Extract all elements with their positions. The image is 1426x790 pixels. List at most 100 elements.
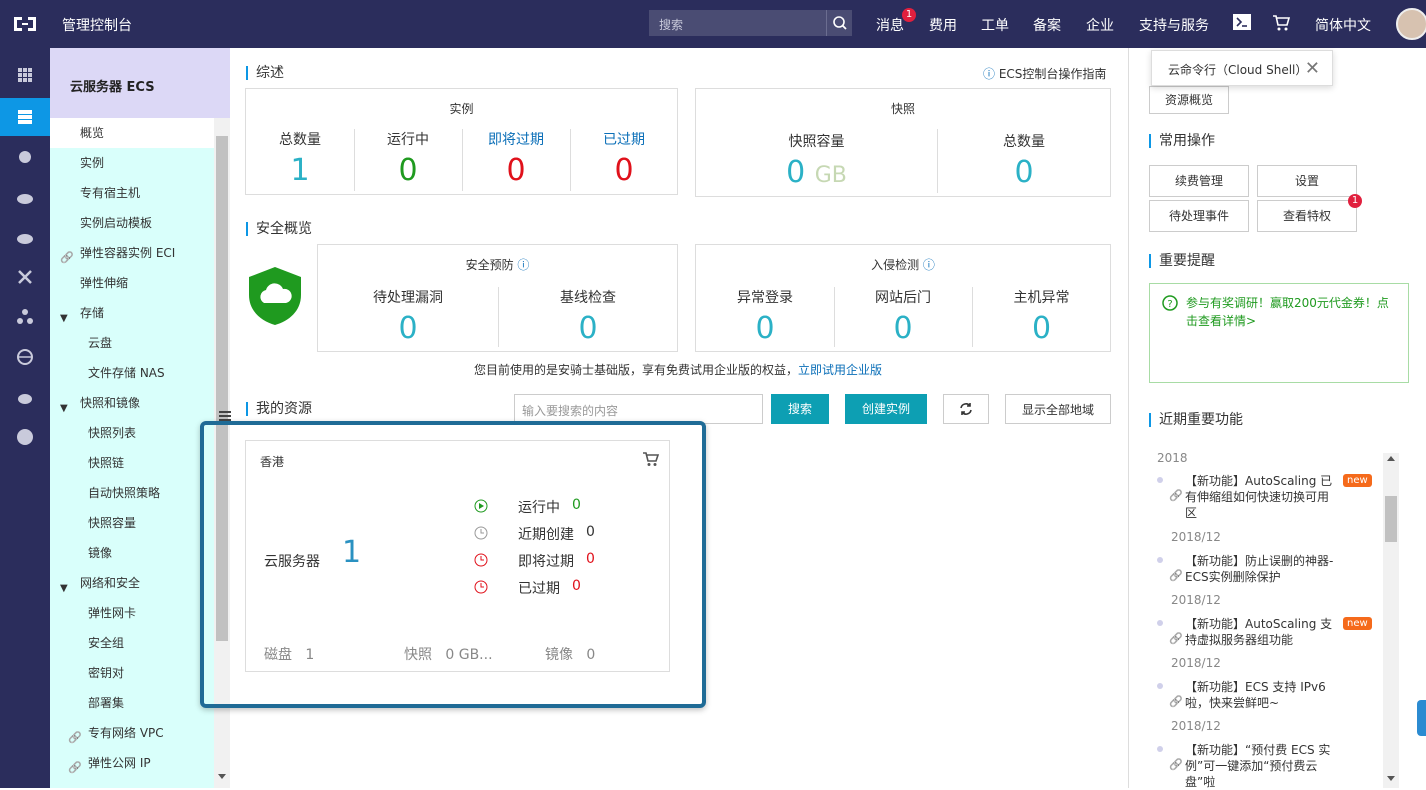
close-icon[interactable]: ✕ [1305, 58, 1320, 79]
sidebar-item[interactable]: 快照和镜像 [80, 396, 140, 410]
feature-text-line: 有伸缩组如何快速切换可用 [1185, 490, 1330, 504]
grid-icon [18, 68, 32, 82]
view-privileges-button[interactable]: 查看特权 [1257, 200, 1357, 232]
rail-item-7[interactable] [0, 298, 50, 336]
website-backdoor[interactable]: 网站后门 0 [834, 287, 972, 346]
rail-item-9[interactable] [0, 378, 50, 416]
show-all-regions-button[interactable]: 显示全部地域 [1005, 394, 1111, 424]
instances-running[interactable]: 运行中 0 [354, 129, 462, 188]
rail-ecs[interactable] [0, 98, 50, 136]
cloud-shell-icon[interactable] [1233, 14, 1251, 30]
sidebar-item[interactable]: 专有宿主机 [80, 186, 140, 200]
try-enterprise-link[interactable]: 立即试用企业版 [798, 363, 882, 377]
resource-search-input[interactable]: 输入要搜索的内容 [514, 394, 763, 424]
rail-item-6[interactable] [0, 258, 50, 296]
sidebar-item[interactable]: 概览 [80, 126, 104, 140]
sidebar-item[interactable]: 文件存储 NAS [88, 366, 165, 380]
resource-overview-button[interactable]: 资源概览 [1149, 86, 1229, 114]
user-avatar[interactable] [1396, 8, 1426, 40]
global-search-input[interactable]: 搜索 [649, 10, 852, 36]
nav-support[interactable]: 支持与服务 [1139, 15, 1209, 35]
rail-item-5[interactable] [0, 218, 50, 256]
feature-item[interactable]: 【新功能】防止误删的神器- ECS实例删除保护 [1185, 553, 1345, 585]
nav-messages[interactable]: 消息 [876, 15, 904, 35]
external-link-icon: 🔗 [60, 251, 74, 264]
scroll-up-arrow-icon[interactable] [1387, 456, 1395, 462]
rail-item-10[interactable] [0, 418, 50, 456]
feature-item[interactable]: 【新功能】AutoScaling 已有伸缩组如何快速切换可用区 [1185, 473, 1345, 521]
sidebar-item[interactable]: 快照链 [88, 456, 124, 470]
sidebar-item[interactable]: 镜像 [88, 546, 112, 560]
reminder-title: 重要提醒 [1149, 254, 1215, 268]
host-anomaly[interactable]: 主机异常 0 [972, 287, 1111, 346]
cloud-upload-icon [17, 234, 33, 244]
sidebar-item[interactable]: 快照列表 [88, 426, 136, 440]
feature-item[interactable]: 【新功能】“预付费 ECS 实例”可一键添加“预付费云 盘”啦 [1185, 742, 1345, 790]
sidebar-item[interactable]: 弹性伸缩 [80, 276, 128, 290]
features-title: 近期重要功能 [1149, 413, 1243, 427]
nav-enterprise[interactable]: 企业 [1086, 15, 1114, 35]
sidebar-item[interactable]: 密钥对 [88, 666, 124, 680]
sidebar-item[interactable]: 安全组 [88, 636, 124, 650]
rail-all-products[interactable] [0, 56, 50, 94]
cart-icon[interactable] [1272, 14, 1290, 32]
sidebar-item[interactable]: 专有网络 VPC [88, 726, 164, 740]
sidebar-item[interactable]: 弹性容器实例 ECI [80, 246, 175, 260]
feature-text-line: 【新功能】防止误删的神器- [1185, 554, 1334, 568]
nav-icp[interactable]: 备案 [1033, 15, 1061, 35]
shield-icon [249, 267, 301, 325]
sidebar-item[interactable]: 弹性网卡 [88, 606, 136, 620]
search-icon[interactable] [826, 10, 852, 36]
aliyun-logo-icon[interactable] [12, 13, 38, 35]
common-ops-title: 常用操作 [1149, 134, 1215, 148]
scroll-down-arrow-icon[interactable] [218, 774, 226, 780]
sidebar-item[interactable]: 部署集 [88, 696, 124, 710]
ecs-guide-link[interactable]: ⓘ ECS控制台操作指南 [983, 65, 1106, 82]
feature-item[interactable]: 【新功能】AutoScaling 支持虚拟服务器组功能 [1185, 616, 1345, 648]
pending-vulnerabilities[interactable]: 待处理漏洞 0 [318, 287, 498, 346]
create-instance-button[interactable]: 创建实例 [845, 394, 927, 424]
reminder-notice[interactable]: ? 参与有奖调研！赢取200元代金券！点击查看详情> [1149, 283, 1409, 383]
pending-events-button[interactable]: 待处理事件 [1149, 200, 1249, 232]
external-link-icon: 🔗 [68, 761, 82, 774]
sidebar-item[interactable]: 实例 [80, 156, 104, 170]
sidebar-item[interactable]: 网络和安全 [80, 576, 140, 590]
svg-text:?: ? [1167, 299, 1172, 310]
feature-date: 2018/12 [1171, 530, 1221, 544]
rail-item-3[interactable] [0, 138, 50, 176]
scroll-down-arrow-icon[interactable] [1387, 776, 1395, 782]
resource-search-button[interactable]: 搜索 [771, 394, 829, 424]
expand-triangle-icon[interactable]: ▼ [60, 583, 68, 594]
snapshot-capacity[interactable]: 快照容量 0 GB [696, 131, 937, 190]
features-scroll-thumb[interactable] [1385, 496, 1397, 542]
floating-helper-widget[interactable] [1417, 700, 1426, 736]
sidebar-item[interactable]: 存储 [80, 306, 104, 320]
instances-expired[interactable]: 已过期 0 [570, 129, 678, 188]
sidebar-item[interactable]: 云盘 [88, 336, 112, 350]
feature-date: 2018/12 [1171, 719, 1221, 733]
nav-billing[interactable]: 费用 [929, 15, 957, 35]
baseline-check[interactable]: 基线检查 0 [498, 287, 678, 346]
instances-panel: 实例 总数量 1 运行中 0 即将过期 0 已过期 0 [245, 88, 678, 195]
abnormal-login[interactable]: 异常登录 0 [696, 287, 834, 346]
refresh-button[interactable] [943, 394, 989, 424]
sidebar-item[interactable]: 快照容量 [88, 516, 136, 530]
snapshot-total[interactable]: 总数量 0 [937, 131, 1111, 190]
feature-item[interactable]: 【新功能】ECS 支持 IPv6 啦，快来尝鲜吧~ [1185, 679, 1345, 711]
expand-triangle-icon[interactable]: ▼ [60, 313, 68, 324]
sidebar-header: 云服务器 ECS [50, 48, 230, 118]
rail-item-8[interactable] [0, 338, 50, 376]
rail-item-4[interactable] [0, 178, 50, 216]
settings-button[interactable]: 设置 [1257, 165, 1357, 197]
instances-total[interactable]: 总数量 1 [246, 129, 354, 188]
instances-expiring[interactable]: 即将过期 0 [462, 129, 570, 188]
renewal-management-button[interactable]: 续费管理 [1149, 165, 1249, 197]
nav-tickets[interactable]: 工单 [981, 15, 1009, 35]
nav-language[interactable]: 简体中文 [1315, 15, 1371, 35]
sidebar-item[interactable]: 实例启动模板 [80, 216, 152, 230]
console-title[interactable]: 管理控制台 [62, 15, 132, 35]
sidebar-item[interactable]: 弹性公网 IP [88, 756, 151, 770]
sidebar-item[interactable]: 自动快照策略 [88, 486, 160, 500]
feature-text-line: 区 [1185, 506, 1198, 520]
expand-triangle-icon[interactable]: ▼ [60, 403, 68, 414]
